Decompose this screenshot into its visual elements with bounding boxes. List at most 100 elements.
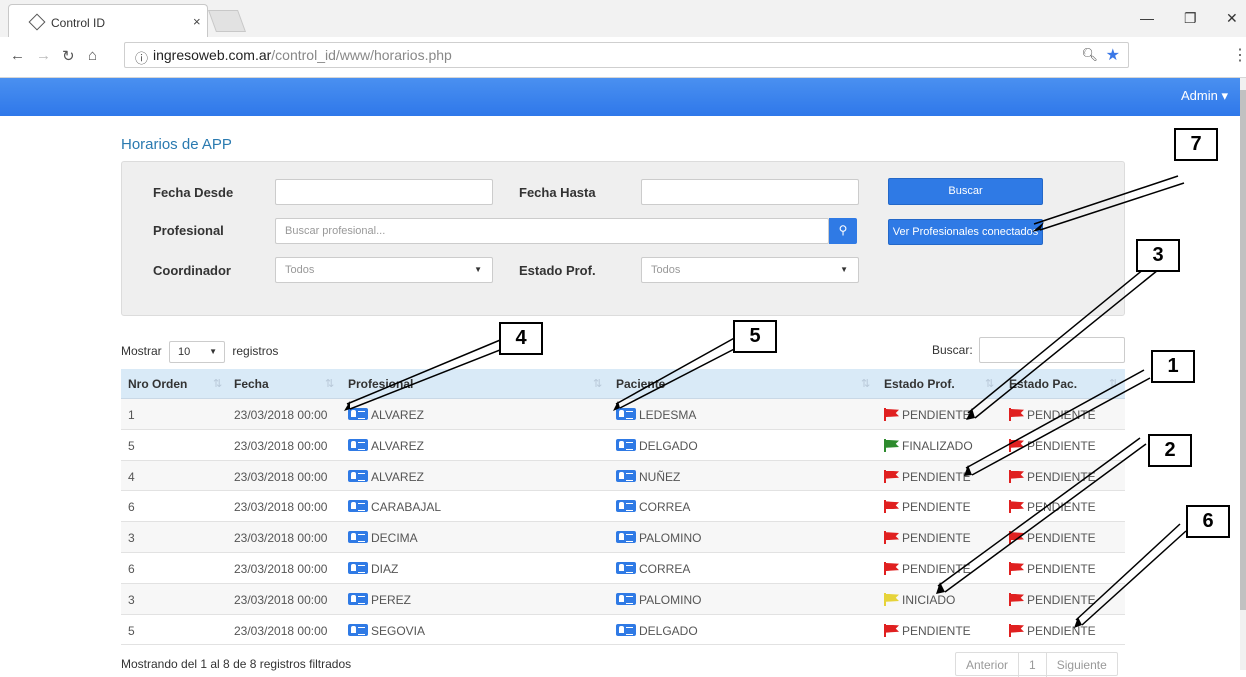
sort-icon[interactable]: ⇅	[325, 377, 334, 390]
browser-tab[interactable]: Control ID ×	[8, 4, 208, 37]
th-fecha[interactable]: Fecha	[234, 377, 269, 391]
cell-estado-pac-text: PENDIENTE	[1027, 561, 1096, 576]
menu-icon[interactable]: ⋮	[1232, 45, 1246, 65]
table-body: 1 23/03/2018 00:00 ALVAREZ LEDESMA PENDIENTE…	[121, 399, 1125, 646]
id-card-icon[interactable]	[348, 623, 368, 636]
id-card-icon[interactable]	[616, 408, 636, 420]
page-title: Horarios de APP	[121, 136, 232, 153]
scrollbar-thumb[interactable]	[1240, 90, 1246, 610]
cell-estado-pac: PENDIENTE	[1009, 561, 1096, 576]
id-card-icon[interactable]	[348, 500, 368, 513]
registros-label: registros	[232, 344, 279, 359]
zoom-icon[interactable]: 🔍︎	[1081, 47, 1098, 63]
fecha-desde-input[interactable]	[275, 179, 493, 205]
coordinador-select[interactable]: Todos	[275, 257, 493, 283]
cell-paciente-text: CORREA	[639, 561, 691, 576]
table-search-input[interactable]	[979, 337, 1125, 363]
id-card-icon[interactable]	[616, 531, 636, 544]
id-card-icon[interactable]	[616, 438, 636, 451]
next-page-button[interactable]: Siguiente	[1047, 653, 1117, 677]
cell-profesional: ALVAREZ	[348, 438, 424, 453]
reload-icon[interactable]: ↻	[62, 47, 75, 65]
close-window-icon[interactable]: ✕	[1226, 10, 1238, 27]
sort-icon[interactable]: ⇅	[213, 377, 222, 390]
table-row[interactable]: 5 23/03/2018 00:00 SEGOVIA DELGADO PENDIENTE…	[121, 615, 1125, 646]
fecha-hasta-input[interactable]	[641, 179, 859, 205]
flag-icon	[884, 500, 900, 514]
back-icon[interactable]: ←	[10, 47, 25, 64]
home-icon[interactable]: ⌂	[88, 47, 97, 64]
cell-nro-orden-text: 4	[128, 469, 135, 484]
estado-prof-select[interactable]: Todos	[641, 257, 859, 283]
profesional-search-input[interactable]: Buscar profesional...	[275, 218, 829, 244]
page-1-button[interactable]: 1	[1019, 653, 1047, 677]
table-row[interactable]: 1 23/03/2018 00:00 ALVAREZ LEDESMA PENDIENTE…	[121, 399, 1125, 430]
id-card-icon[interactable]	[616, 500, 636, 513]
id-card-icon[interactable]	[616, 561, 636, 574]
cell-estado-pac-text: PENDIENTE	[1027, 592, 1096, 607]
id-card-icon[interactable]	[616, 592, 636, 605]
id-card-icon[interactable]	[348, 438, 368, 451]
buscar-button[interactable]: Buscar	[888, 178, 1043, 205]
cell-fecha-text: 23/03/2018 00:00	[234, 500, 328, 515]
cell-nro-orden-text: 3	[128, 531, 135, 546]
admin-dropdown[interactable]: Admin ▾	[1181, 88, 1228, 104]
page-length-select[interactable]: 10 ▼	[169, 341, 226, 363]
id-card-icon[interactable]	[616, 623, 636, 636]
url-text[interactable]: ingresoweb.com.ar/control_id/www/horario…	[153, 47, 452, 63]
flag-icon	[1009, 469, 1025, 483]
th-nro-orden[interactable]: Nro Orden	[128, 377, 187, 391]
minimize-icon[interactable]: —	[1140, 10, 1154, 26]
cell-fecha-text: 23/03/2018 00:00	[234, 561, 328, 576]
cell-profesional-text: ALVAREZ	[371, 408, 424, 422]
table-row[interactable]: 6 23/03/2018 00:00 CARABAJAL CORREA PENDIENT…	[121, 491, 1125, 523]
th-paciente[interactable]: Paciente	[616, 377, 665, 391]
cell-paciente-text: PALOMINO	[639, 531, 702, 546]
forward-icon[interactable]: →	[36, 47, 51, 64]
table-row[interactable]: 4 23/03/2018 00:00 ALVAREZ NUÑEZ PENDIENTE PE…	[121, 460, 1125, 492]
restore-icon[interactable]: ❐	[1184, 10, 1197, 27]
address-bar[interactable]: ⓘ ingresoweb.com.ar/control_id/www/horar…	[124, 42, 1129, 68]
filters-panel: Fecha Desde Fecha Hasta Buscar Profesion…	[121, 161, 1125, 316]
cell-estado-pac: PENDIENTE	[1009, 623, 1096, 638]
new-tab-button[interactable]	[207, 10, 247, 32]
cell-nro-orden: 6	[128, 500, 135, 514]
cell-paciente: DELGADO	[616, 438, 698, 453]
id-card-icon[interactable]	[616, 469, 636, 482]
id-card-icon[interactable]	[348, 531, 368, 544]
cell-estado-prof-text: FINALIZADO	[902, 438, 973, 453]
flag-icon	[1009, 408, 1025, 421]
sort-icon[interactable]: ⇅	[593, 377, 602, 390]
cell-estado-prof-text: INICIADO	[902, 592, 956, 607]
tab-close-icon[interactable]: ×	[193, 14, 201, 29]
th-estado-pac[interactable]: Estado Pac.	[1009, 377, 1077, 391]
id-card-icon[interactable]	[348, 469, 368, 482]
flag-icon	[1009, 531, 1025, 545]
cell-estado-prof: PENDIENTE	[884, 408, 971, 422]
table-header: Nro Orden ⇅ Fecha ⇅ Profesional ⇅ Pacien…	[121, 369, 1125, 399]
id-card-icon[interactable]	[348, 408, 368, 420]
search-icon[interactable]: ⚲	[829, 218, 857, 244]
table-row[interactable]: 3 23/03/2018 00:00 PEREZ PALOMINO INICIADO PE…	[121, 583, 1125, 615]
id-card-icon[interactable]	[348, 561, 368, 574]
table-row[interactable]: 3 23/03/2018 00:00 DECIMA PALOMINO PENDIENTE…	[121, 522, 1125, 553]
sort-icon[interactable]: ⇅	[1109, 377, 1118, 390]
cell-fecha: 23/03/2018 00:00	[234, 470, 327, 484]
id-card-icon[interactable]	[348, 592, 368, 605]
prev-page-button[interactable]: Anterior	[956, 653, 1020, 677]
cell-paciente: PALOMINO	[616, 592, 701, 607]
star-icon[interactable]: ★	[1106, 45, 1120, 65]
sort-icon[interactable]: ⇅	[985, 377, 994, 390]
cell-fecha-text: 23/03/2018 00:00	[234, 408, 328, 422]
cell-estado-prof: PENDIENTE	[884, 623, 971, 638]
table-row[interactable]: 6 23/03/2018 00:00 DIAZ CORREA PENDIENTE PEND…	[121, 553, 1125, 584]
fecha-desde-label: Fecha Desde	[153, 185, 234, 200]
table-row[interactable]: 5 23/03/2018 00:00 ALVAREZ DELGADO FINALIZAD…	[121, 430, 1125, 461]
info-icon[interactable]: ⓘ	[135, 48, 148, 67]
th-estado-prof[interactable]: Estado Prof.	[884, 377, 955, 391]
th-profesional[interactable]: Profesional	[348, 377, 413, 391]
cell-profesional: CARABAJAL	[348, 500, 441, 514]
sort-icon[interactable]: ⇅	[861, 377, 870, 390]
ver-profesionales-button[interactable]: Ver Profesionales conectados	[888, 219, 1043, 245]
flag-icon	[1009, 500, 1025, 514]
